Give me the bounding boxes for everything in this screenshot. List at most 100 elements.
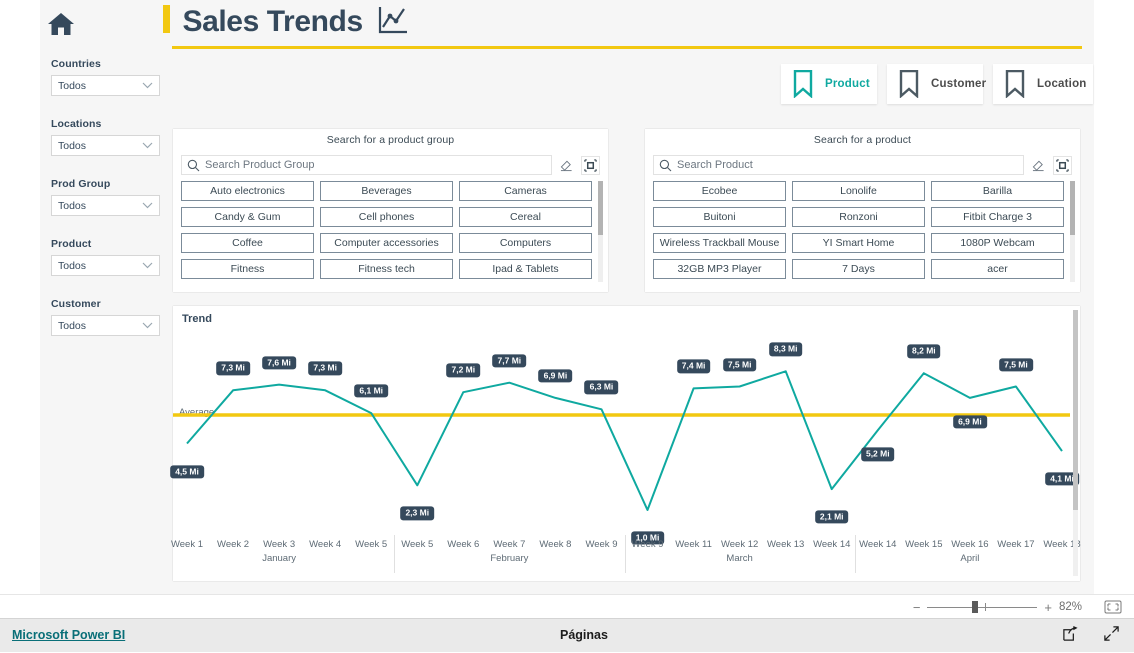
data-label: 5,2 Mi bbox=[860, 447, 895, 461]
filter-dropdown-prod-group[interactable]: Todos bbox=[51, 195, 160, 216]
left-gutter bbox=[0, 0, 40, 594]
filter-dropdown-locations[interactable]: Todos bbox=[51, 135, 160, 156]
product-tile[interactable]: acer bbox=[931, 259, 1064, 279]
filter-value-countries: Todos bbox=[58, 79, 87, 92]
line-chart-icon bbox=[377, 5, 409, 40]
x-axis-tick-label: Week 15 bbox=[905, 539, 943, 550]
filter-sidebar: Countries Todos Locations Todos Prod Gro… bbox=[51, 58, 161, 358]
product-scrollbar[interactable] bbox=[1070, 181, 1075, 282]
product-group-scrollbar[interactable] bbox=[598, 181, 603, 282]
chevron-down-icon bbox=[142, 200, 153, 212]
zoom-controls: − + 82% bbox=[913, 595, 1122, 619]
right-gutter bbox=[1094, 0, 1134, 594]
product-tile[interactable]: YI Smart Home bbox=[792, 233, 925, 253]
product-tile[interactable]: Buitoni bbox=[653, 207, 786, 227]
product-group-tile[interactable]: Coffee bbox=[181, 233, 314, 253]
x-axis-tick-label: Week 4 bbox=[309, 539, 342, 550]
bookmark-tab-product[interactable]: Product bbox=[781, 64, 877, 104]
x-axis-month-label: February bbox=[490, 553, 529, 564]
bookmark-label-product: Product bbox=[825, 78, 870, 90]
product-group-tile[interactable]: Beverages bbox=[320, 181, 453, 201]
product-tile[interactable]: Ecobee bbox=[653, 181, 786, 201]
home-icon[interactable] bbox=[45, 8, 77, 40]
bookmark-label-customer: Customer bbox=[931, 78, 987, 90]
trend-chart-visual: Trend Average 4,5 Mi 7,3 Mi 7,6 Mi 7,3 Mi 6,… bbox=[170, 306, 1081, 581]
zoom-slider[interactable] bbox=[927, 600, 1038, 614]
x-axis-tick-label: Week 5 bbox=[355, 539, 388, 550]
bookmark-icon bbox=[899, 70, 919, 98]
x-axis-tick-label: Week 2 bbox=[217, 539, 250, 550]
product-tile[interactable]: Wireless Trackball Mouse bbox=[653, 233, 786, 253]
product-group-search-input[interactable]: Search Product Group bbox=[181, 155, 552, 175]
product-group-tile[interactable]: Candy & Gum bbox=[181, 207, 314, 227]
eraser-icon[interactable] bbox=[557, 155, 576, 175]
product-group-search-placeholder: Search Product Group bbox=[205, 159, 315, 171]
product-group-tile[interactable]: Computer accessories bbox=[320, 233, 453, 253]
bookmark-tab-customer[interactable]: Customer bbox=[887, 64, 987, 104]
product-group-tile[interactable]: Computers bbox=[459, 233, 592, 253]
product-group-tile[interactable]: Fitness tech bbox=[320, 259, 453, 279]
product-tile[interactable]: 7 Days bbox=[792, 259, 925, 279]
data-label: 7,5 Mi bbox=[999, 357, 1033, 372]
filter-customer: Customer Todos bbox=[51, 298, 161, 336]
product-group-panel-title: Search for a product group bbox=[326, 134, 455, 146]
product-tile[interactable]: Fitbit Charge 3 bbox=[931, 207, 1064, 227]
fullscreen-icon[interactable] bbox=[1103, 625, 1120, 647]
share-icon[interactable] bbox=[1062, 625, 1079, 647]
product-group-tile[interactable]: Auto electronics bbox=[181, 181, 314, 201]
product-group-tile[interactable]: Cereal bbox=[459, 207, 592, 227]
x-axis-tick-label: Week 11 bbox=[675, 539, 712, 550]
trend-scrollbar[interactable] bbox=[1073, 310, 1078, 576]
x-axis-group-separator bbox=[854, 535, 856, 573]
zoom-in-icon[interactable]: + bbox=[1044, 601, 1052, 614]
x-axis-group-separator bbox=[624, 535, 626, 573]
x-axis: Week 1 Week 2 Week 3 Week 4 Week 5 Week 5 Week… bbox=[171, 533, 1081, 581]
zoom-bar: − + 82% bbox=[0, 594, 1134, 618]
product-group-tile-grid: Auto electronics Beverages Cameras Candy… bbox=[181, 181, 592, 284]
bookmark-label-location: Location bbox=[1037, 78, 1087, 90]
data-label: 7,6 Mi bbox=[262, 355, 296, 370]
product-group-tile[interactable]: Ipad & Tablets bbox=[459, 259, 592, 279]
filter-dropdown-countries[interactable]: Todos bbox=[51, 75, 160, 96]
product-tile[interactable]: Ronzoni bbox=[792, 207, 925, 227]
fit-to-screen-icon[interactable] bbox=[1104, 600, 1122, 614]
bookmark-icon bbox=[793, 70, 813, 98]
filter-label-product: Product bbox=[51, 238, 92, 250]
product-tile[interactable]: 32GB MP3 Player bbox=[653, 259, 786, 279]
powerbi-brand-link[interactable]: Microsoft Power BI bbox=[12, 628, 125, 642]
x-axis-tick-label: Week 17 bbox=[997, 539, 1035, 550]
scrollbar-thumb[interactable] bbox=[598, 181, 603, 235]
x-axis-tick-label: Week 3 bbox=[263, 539, 296, 550]
pages-label[interactable]: Páginas bbox=[560, 628, 608, 642]
focus-mode-icon[interactable] bbox=[581, 155, 600, 175]
title-underline bbox=[172, 46, 1082, 49]
x-axis-tick-label: Week 14 bbox=[813, 539, 851, 550]
product-group-search-row: Search Product Group bbox=[181, 155, 600, 175]
filter-dropdown-customer[interactable]: Todos bbox=[51, 315, 160, 336]
product-tile[interactable]: Barilla bbox=[931, 181, 1064, 201]
product-group-tile[interactable]: Fitness bbox=[181, 259, 314, 279]
x-axis-tick-label: Week 5 bbox=[401, 539, 434, 550]
status-bar: Microsoft Power BI Páginas bbox=[0, 618, 1134, 652]
scrollbar-thumb[interactable] bbox=[1073, 310, 1078, 510]
eraser-icon[interactable] bbox=[1029, 155, 1048, 175]
product-group-tile[interactable]: Cell phones bbox=[320, 207, 453, 227]
bookmark-tab-location[interactable]: Location bbox=[993, 64, 1093, 104]
x-axis-month-label: January bbox=[262, 553, 296, 564]
product-tile[interactable]: Lonolife bbox=[792, 181, 925, 201]
data-label: 2,1 Mi bbox=[814, 510, 849, 524]
data-label: 6,3 Mi bbox=[584, 380, 619, 394]
product-group-tile[interactable]: Cameras bbox=[459, 181, 592, 201]
product-tile[interactable]: 1080P Webcam bbox=[931, 233, 1064, 253]
x-axis-month-label: March bbox=[726, 553, 753, 564]
filter-product: Product Todos bbox=[51, 238, 161, 276]
filter-dropdown-product[interactable]: Todos bbox=[51, 255, 160, 276]
product-search-input[interactable]: Search Product bbox=[653, 155, 1024, 175]
zoom-out-icon[interactable]: − bbox=[913, 601, 921, 614]
report-page: Sales Trends Countries Todos Locations T… bbox=[0, 0, 1134, 652]
scrollbar-thumb[interactable] bbox=[1070, 181, 1075, 235]
data-label: 7,4 Mi bbox=[676, 359, 711, 374]
zoom-slider-thumb[interactable] bbox=[972, 601, 979, 613]
focus-mode-icon[interactable] bbox=[1053, 155, 1072, 175]
filter-label-customer: Customer bbox=[51, 298, 101, 310]
